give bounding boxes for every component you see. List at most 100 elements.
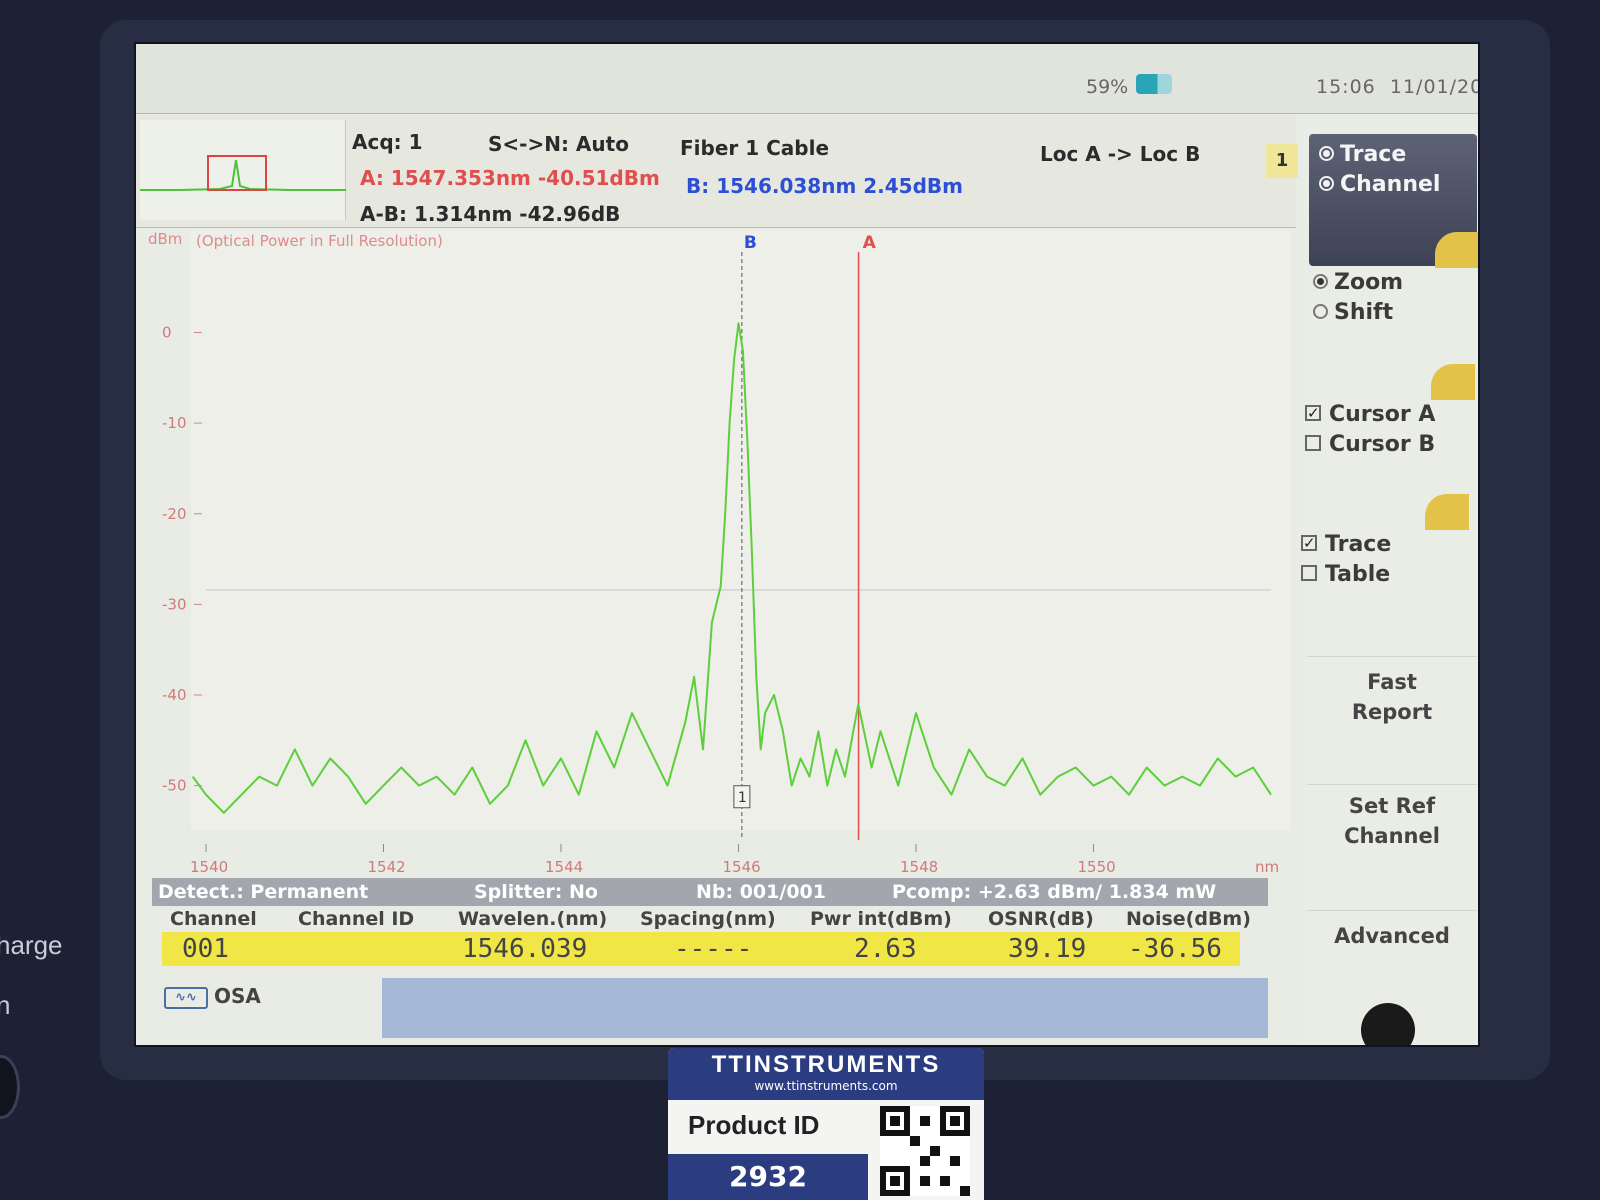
y-tick-label: 0 bbox=[162, 324, 172, 342]
pcomp-value: Pcomp: +2.63 dBm/ 1.834 mW bbox=[892, 881, 1217, 903]
cell-wavelength: 1546.039 bbox=[462, 934, 588, 964]
checkbox-unchecked-icon bbox=[1301, 565, 1317, 581]
battery-percentage: 59% bbox=[1086, 76, 1129, 98]
spectrum-chart[interactable]: dBm (Optical Power in Full Resolution) 0… bbox=[136, 230, 1296, 880]
checkbox-cursor-b-label: Cursor B bbox=[1329, 432, 1436, 457]
checkbox-trace[interactable]: ✓ Trace bbox=[1301, 532, 1391, 557]
instrument-screen: 59% 15:06 11/01/2024 Acq: 1 S<->N: Auto … bbox=[134, 42, 1480, 1047]
trace-number-badge[interactable]: 1 bbox=[1266, 144, 1298, 178]
fast-report-label-1: Fast bbox=[1367, 670, 1417, 694]
cell-channel: 001 bbox=[182, 934, 229, 964]
y-tick-label: -20 bbox=[162, 505, 187, 523]
product-id-label: Product ID bbox=[688, 1110, 820, 1140]
channel-count: Nb: 001/001 bbox=[696, 881, 826, 903]
chart-subtitle: (Optical Power in Full Resolution) bbox=[196, 232, 443, 250]
checkbox-unchecked-icon bbox=[1305, 435, 1321, 451]
detect-mode: Detect.: Permanent bbox=[158, 881, 369, 903]
status-bar: 59% 15:06 11/01/2024 bbox=[136, 44, 1478, 114]
x-tick-label: 1548 bbox=[900, 858, 938, 876]
x-tick-label: 1540 bbox=[190, 858, 228, 876]
x-tick-label: 1542 bbox=[368, 858, 406, 876]
info-bar: Acq: 1 S<->N: Auto Fiber 1 Cable Loc A -… bbox=[136, 116, 1296, 228]
location-label: Loc A -> Loc B bbox=[1040, 142, 1201, 166]
col-noise: Noise(dBm) bbox=[1126, 908, 1251, 930]
radio-shift-label: Shift bbox=[1334, 300, 1394, 325]
qr-code-icon bbox=[880, 1106, 970, 1196]
measurement-bar: Detect.: Permanent Splitter: No Nb: 001/… bbox=[152, 878, 1268, 906]
cursor-a-readout: A: 1547.353nm -40.51dBm bbox=[360, 166, 660, 190]
radio-channel-icon bbox=[1319, 175, 1334, 191]
checkbox-checked-icon: ✓ bbox=[1301, 534, 1317, 552]
radio-shift[interactable]: Shift bbox=[1313, 300, 1393, 325]
plot-area bbox=[191, 230, 1291, 830]
fast-report-label-2: Report bbox=[1351, 700, 1433, 724]
cursor-a-label: A bbox=[863, 233, 877, 253]
set-ref-channel-button[interactable]: Set Ref Channel bbox=[1307, 784, 1477, 904]
radio-zoom-label: Zoom bbox=[1334, 270, 1404, 295]
radio-channel-label: Channel bbox=[1340, 172, 1441, 197]
brand-website: www.ttinstruments.com bbox=[754, 1079, 898, 1093]
trace-overview-thumbnail[interactable] bbox=[140, 120, 346, 220]
power-knob[interactable] bbox=[0, 1055, 20, 1119]
battery-icon bbox=[1136, 74, 1172, 94]
col-wavelength: Wavelen.(nm) bbox=[458, 908, 608, 930]
radio-trace-label: Trace bbox=[1340, 142, 1407, 167]
navigate-arrows-icon[interactable] bbox=[1431, 364, 1475, 400]
advanced-label: Advanced bbox=[1334, 924, 1450, 948]
bottom-tab-strip bbox=[382, 978, 1268, 1038]
radio-channel[interactable]: Channel bbox=[1319, 172, 1440, 197]
spectrum-plot[interactable]: dBm (Optical Power in Full Resolution) 0… bbox=[136, 230, 1296, 880]
col-osnr: OSNR(dB) bbox=[988, 908, 1094, 930]
side-menu: Trace Channel Zoom Shift ✓ Cursor A Curso… bbox=[1301, 128, 1478, 1045]
tab-osa[interactable]: ∿∿ OSA bbox=[164, 984, 261, 1009]
overview-trace-icon bbox=[140, 155, 346, 191]
checkbox-checked-icon: ✓ bbox=[1305, 404, 1321, 422]
checkbox-table-label: Table bbox=[1325, 562, 1391, 587]
y-axis-label: dBm bbox=[148, 230, 182, 248]
radio-trace-icon bbox=[1319, 145, 1334, 161]
navigate-arrows-icon[interactable] bbox=[1425, 494, 1469, 530]
checkbox-table[interactable]: Table bbox=[1301, 562, 1390, 587]
checkbox-cursor-a-label: Cursor A bbox=[1329, 402, 1436, 427]
fast-report-button[interactable]: Fast Report bbox=[1307, 656, 1477, 776]
checkbox-cursor-b[interactable]: Cursor B bbox=[1305, 432, 1435, 457]
radio-zoom-icon bbox=[1313, 273, 1328, 289]
cursor-b-readout: B: 1546.038nm 2.45dBm bbox=[686, 174, 964, 198]
time: 15:06 bbox=[1316, 76, 1376, 98]
channel-marker-label: 1 bbox=[738, 790, 747, 806]
radio-trace[interactable]: Trace bbox=[1319, 142, 1406, 167]
radio-zoom[interactable]: Zoom bbox=[1313, 270, 1403, 295]
x-unit-label: nm bbox=[1255, 858, 1279, 876]
set-ref-label-2: Channel bbox=[1344, 824, 1440, 848]
y-tick-label: -40 bbox=[162, 686, 187, 704]
col-power: Pwr int(dBm) bbox=[810, 908, 952, 930]
checkbox-trace-label: Trace bbox=[1325, 532, 1392, 557]
checkbox-cursor-a[interactable]: ✓ Cursor A bbox=[1305, 402, 1435, 427]
set-ref-label-1: Set Ref bbox=[1348, 794, 1436, 818]
cell-noise: -36.56 bbox=[1128, 934, 1222, 964]
sn-label: S<->N: Auto bbox=[488, 132, 629, 156]
brand-logo: TTINSTRUMENTS bbox=[711, 1051, 941, 1078]
product-sticker: TTINSTRUMENTS www.ttinstruments.com Prod… bbox=[668, 1048, 984, 1200]
y-tick-label: -30 bbox=[162, 595, 187, 613]
table-row[interactable]: 001 1546.039 ----- 2.63 39.19 -36.56 bbox=[162, 932, 1240, 966]
x-tick-label: 1544 bbox=[545, 858, 583, 876]
cursor-b-label: B bbox=[744, 233, 757, 253]
splitter-status: Splitter: No bbox=[474, 881, 598, 903]
clock: 15:06 11/01/2024 bbox=[1316, 76, 1478, 98]
x-tick-label: 1550 bbox=[1078, 858, 1116, 876]
navigate-arrows-icon[interactable] bbox=[1435, 232, 1478, 268]
y-tick-label: -10 bbox=[162, 414, 187, 432]
side-label-power: n bbox=[0, 990, 11, 1020]
cell-power: 2.63 bbox=[854, 934, 917, 964]
col-channel-id: Channel ID bbox=[298, 908, 415, 930]
cell-spacing: ----- bbox=[674, 934, 753, 964]
product-id-number: 2932 bbox=[668, 1154, 868, 1200]
a-minus-b-readout: A-B: 1.314nm -42.96dB bbox=[360, 202, 621, 226]
cell-osnr: 39.19 bbox=[1008, 934, 1087, 964]
side-label-charge: harge bbox=[0, 930, 63, 960]
date: 11/01/2024 bbox=[1389, 76, 1478, 98]
radio-shift-icon bbox=[1313, 303, 1328, 319]
spectrum-icon: ∿∿ bbox=[164, 986, 208, 1009]
col-channel: Channel bbox=[170, 908, 257, 930]
